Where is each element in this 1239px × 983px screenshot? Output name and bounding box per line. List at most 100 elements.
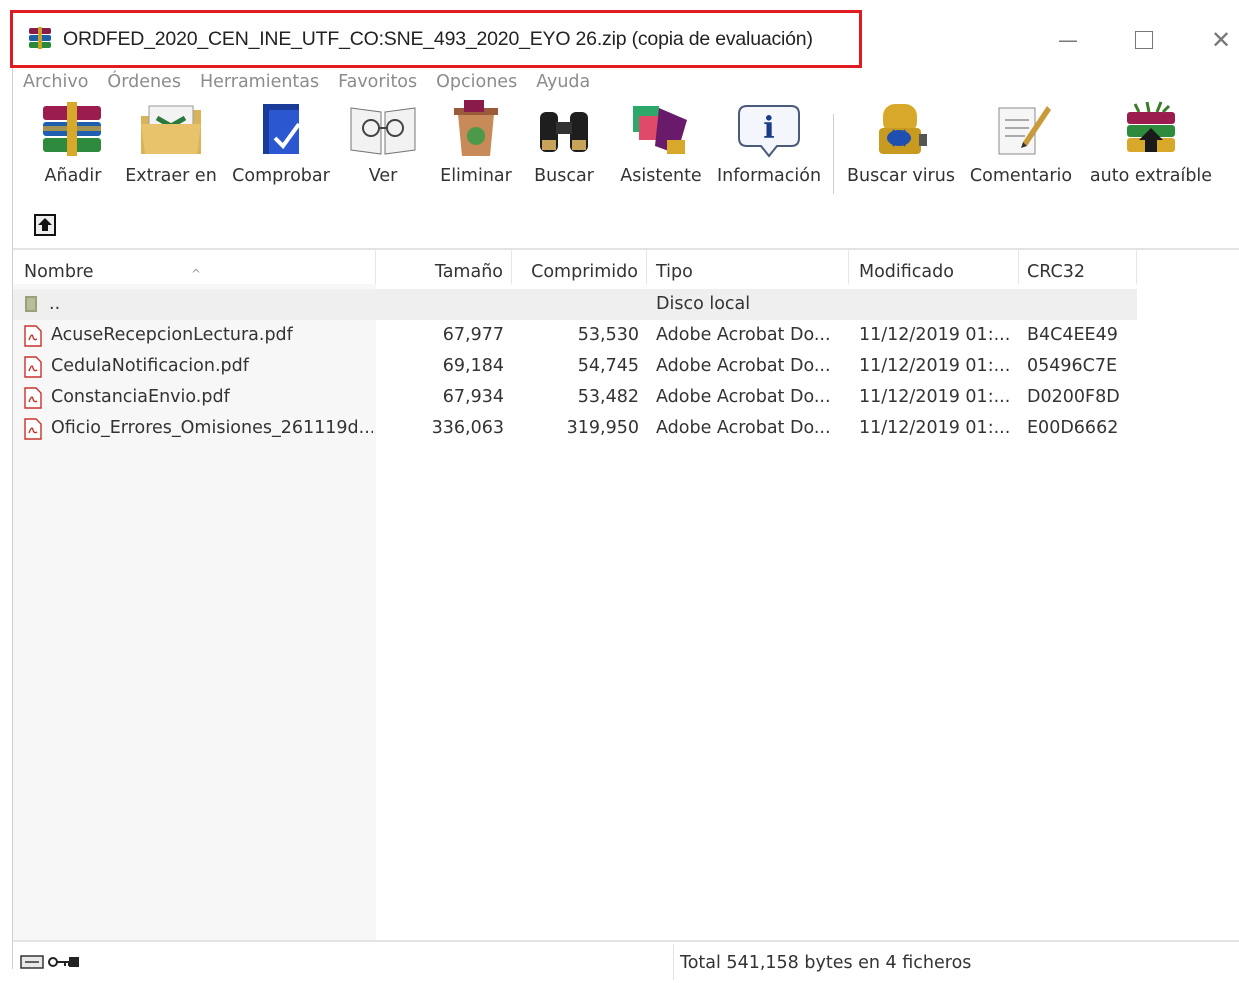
column-header-type-label: Tipo <box>656 262 693 282</box>
pdf-file-icon <box>24 418 42 440</box>
status-bar: Total 541,158 bytes en 4 ficheros <box>13 940 1239 983</box>
find-label: Buscar <box>534 166 594 186</box>
delete-label: Eliminar <box>440 166 512 186</box>
extract-button[interactable]: Extraer en <box>125 98 217 190</box>
extract-folder-icon <box>141 105 201 154</box>
file-row[interactable]: Oficio_Errores_Omisiones_261119d... 336,… <box>13 413 1137 444</box>
svg-text:i: i <box>763 111 774 146</box>
test-archive-icon <box>263 104 301 154</box>
wizard-button[interactable]: Asistente <box>615 98 707 190</box>
column-header-modified-label: Modificado <box>859 262 954 282</box>
close-icon: ✕ <box>1210 26 1232 54</box>
find-button[interactable]: Buscar <box>527 98 601 190</box>
file-row[interactable]: CedulaNotificacion.pdf 69,184 54,745 Ado… <box>13 351 1137 382</box>
parent-folder-row[interactable]: .. Disco local <box>13 289 1137 320</box>
menu-archivo[interactable]: Archivo <box>23 72 88 92</box>
pdf-file-icon <box>24 325 42 347</box>
drive-key-icon[interactable] <box>19 952 83 972</box>
sfx-button[interactable]: auto extraíble <box>1085 98 1217 190</box>
test-button[interactable]: Comprobar <box>227 98 335 190</box>
toolbar-separator <box>833 114 834 194</box>
delete-bin-icon <box>454 100 498 156</box>
status-divider <box>673 944 674 980</box>
view-button[interactable]: Ver <box>346 98 420 190</box>
winrar-window: ORDFED_2020_CEN_INE_UTF_CO:SNE_493_2020_… <box>10 10 1239 983</box>
column-header-type[interactable]: Tipo <box>647 250 849 284</box>
file-size: 67,977 <box>442 325 504 345</box>
test-label: Comprobar <box>232 166 330 186</box>
up-folder-icon[interactable] <box>33 213 57 237</box>
info-icon: i <box>738 105 800 158</box>
status-total-text: Total 541,158 bytes en 4 ficheros <box>680 953 972 973</box>
file-size: 69,184 <box>442 356 504 376</box>
file-modified: 11/12/2019 01:... <box>859 356 1011 376</box>
file-type: Adobe Acrobat Do... <box>656 325 831 345</box>
menu-herramientas[interactable]: Herramientas <box>200 72 319 92</box>
minimize-icon: — <box>1058 28 1078 52</box>
file-name: ConstanciaEnvio.pdf <box>51 387 230 407</box>
column-header-size[interactable]: Tamaño <box>376 250 512 284</box>
file-modified: 11/12/2019 01:... <box>859 325 1011 345</box>
extract-label: Extraer en <box>125 166 217 186</box>
file-name: Oficio_Errores_Omisiones_261119d... <box>51 418 373 438</box>
file-list: Nombre ^ Tamaño Comprimido Tipo Modifica… <box>13 250 1239 940</box>
file-type: Adobe Acrobat Do... <box>656 418 831 438</box>
virus-scan-icon <box>879 104 927 154</box>
virus-scan-button[interactable]: Buscar virus <box>847 98 955 190</box>
close-button[interactable]: ✕ <box>1199 20 1239 60</box>
file-crc: B4C4EE49 <box>1027 325 1118 345</box>
sfx-label: auto extraíble <box>1089 166 1213 186</box>
file-packed: 53,530 <box>577 325 639 345</box>
view-book-icon <box>350 107 416 155</box>
file-type: Adobe Acrobat Do... <box>656 356 831 376</box>
file-size: 67,934 <box>442 387 504 407</box>
sfx-archive-icon <box>1127 101 1175 152</box>
column-header-crc-label: CRC32 <box>1027 262 1085 282</box>
column-header-crc[interactable]: CRC32 <box>1019 250 1137 284</box>
file-row[interactable]: ConstanciaEnvio.pdf 67,934 53,482 Adobe … <box>13 382 1137 413</box>
menu-favoritos[interactable]: Favoritos <box>338 72 417 92</box>
parent-row-name: .. <box>49 294 61 314</box>
column-header-packed-label: Comprimido <box>531 262 638 282</box>
wizard-hat-icon <box>633 106 687 154</box>
title-bar[interactable]: ORDFED_2020_CEN_INE_UTF_CO:SNE_493_2020_… <box>10 10 1239 70</box>
menu-ayuda[interactable]: Ayuda <box>536 72 590 92</box>
menu-ordenes[interactable]: Órdenes <box>107 72 181 92</box>
info-button[interactable]: i Información <box>713 98 825 190</box>
add-button[interactable]: Añadir <box>31 98 115 190</box>
virus-scan-label: Buscar virus <box>847 166 955 186</box>
column-header-packed[interactable]: Comprimido <box>512 250 647 284</box>
maximize-icon <box>1135 31 1153 49</box>
file-packed: 53,482 <box>577 387 639 407</box>
add-archive-icon <box>43 102 101 156</box>
file-name: CedulaNotificacion.pdf <box>51 356 249 376</box>
menu-opciones[interactable]: Opciones <box>436 72 517 92</box>
file-packed: 319,950 <box>566 418 639 438</box>
title-highlight-box <box>10 10 862 68</box>
menu-bar: Archivo Órdenes Herramientas Favoritos O… <box>13 68 1239 96</box>
comment-button[interactable]: Comentario <box>965 98 1077 190</box>
file-type: Adobe Acrobat Do... <box>656 387 831 407</box>
file-crc: E00D6662 <box>1027 418 1119 438</box>
comment-label: Comentario <box>969 166 1073 186</box>
column-header-modified[interactable]: Modificado <box>849 250 1019 284</box>
maximize-button[interactable] <box>1122 20 1166 60</box>
file-name: AcuseRecepcionLectura.pdf <box>51 325 293 345</box>
parent-row-type: Disco local <box>656 294 751 314</box>
file-modified: 11/12/2019 01:... <box>859 418 1011 438</box>
view-label: Ver <box>368 166 398 186</box>
column-header-name[interactable]: Nombre ^ <box>13 250 376 284</box>
add-label: Añadir <box>44 166 102 186</box>
pdf-file-icon <box>24 356 42 378</box>
find-binoculars-icon <box>540 112 588 152</box>
file-row[interactable]: AcuseRecepcionLectura.pdf 67,977 53,530 … <box>13 320 1137 351</box>
delete-button[interactable]: Eliminar <box>433 98 519 190</box>
wizard-label: Asistente <box>620 166 702 186</box>
list-header: Nombre ^ Tamaño Comprimido Tipo Modifica… <box>13 250 1239 284</box>
minimize-button[interactable]: — <box>1046 20 1090 60</box>
info-label: Información <box>716 166 822 186</box>
pdf-file-icon <box>24 387 42 409</box>
column-header-name-label: Nombre <box>24 262 94 282</box>
file-crc: 05496C7E <box>1027 356 1118 376</box>
file-crc: D0200F8D <box>1027 387 1120 407</box>
